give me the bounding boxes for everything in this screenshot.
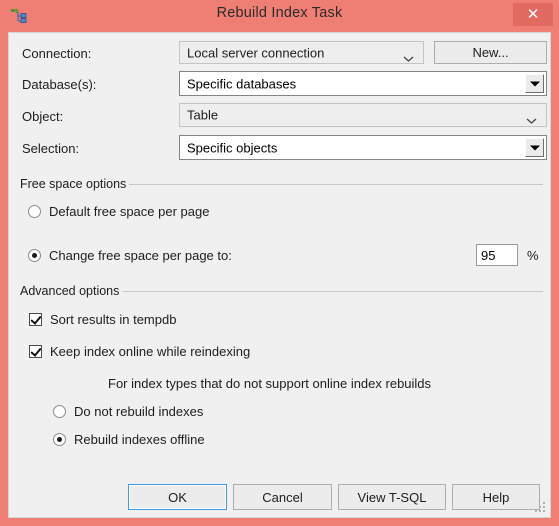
databases-combobox[interactable]: Specific databases bbox=[179, 71, 547, 96]
title-bar[interactable]: Rebuild Index Task ✕ bbox=[0, 0, 559, 32]
chevron-down-icon bbox=[403, 49, 414, 62]
databases-label: Database(s): bbox=[22, 77, 97, 92]
selection-dropdown-button[interactable] bbox=[525, 138, 544, 157]
window-title: Rebuild Index Task bbox=[216, 5, 343, 21]
checkbox-icon bbox=[29, 345, 42, 358]
online-rebuild-note: For index types that do not support onli… bbox=[108, 376, 432, 391]
radio-icon bbox=[28, 205, 41, 218]
radio-icon bbox=[53, 433, 66, 446]
radio-change-free-space-label: Change free space per page to: bbox=[49, 248, 232, 263]
new-connection-button[interactable]: New... bbox=[434, 41, 547, 64]
view-tsql-button[interactable]: View T-SQL bbox=[338, 484, 446, 510]
databases-value: Specific databases bbox=[187, 76, 297, 91]
radio-default-free-space-label: Default free space per page bbox=[49, 204, 210, 219]
ok-button[interactable]: OK bbox=[128, 484, 227, 510]
advanced-group-rule bbox=[122, 291, 543, 292]
radio-do-not-rebuild-indexes-label: Do not rebuild indexes bbox=[74, 404, 204, 419]
cancel-button[interactable]: Cancel bbox=[233, 484, 332, 510]
checkbox-icon bbox=[29, 313, 42, 326]
object-value: Table bbox=[187, 107, 219, 123]
help-button[interactable]: Help bbox=[452, 484, 540, 510]
close-glyph: ✕ bbox=[526, 5, 540, 23]
close-icon[interactable]: ✕ bbox=[513, 3, 553, 26]
free-space-percent-input[interactable] bbox=[476, 244, 518, 266]
percent-sign-label: % bbox=[527, 248, 539, 263]
selection-combobox[interactable]: Specific objects bbox=[179, 135, 547, 160]
checkbox-keep-index-online-label: Keep index online while reindexing bbox=[50, 344, 251, 359]
object-label: Object: bbox=[22, 109, 64, 124]
checkbox-sort-results-tempdb-label: Sort results in tempdb bbox=[50, 312, 177, 327]
databases-dropdown-button[interactable] bbox=[525, 74, 544, 93]
chevron-down-icon bbox=[526, 112, 537, 124]
object-combobox[interactable]: Table bbox=[179, 103, 547, 127]
free-space-group-rule bbox=[129, 184, 543, 185]
radio-icon bbox=[28, 249, 41, 262]
triangle-down-icon bbox=[529, 145, 540, 150]
connection-label: Connection: bbox=[22, 46, 92, 61]
dialog-client-area: Connection: Local server connection New.… bbox=[8, 32, 551, 518]
connection-combobox[interactable]: Local server connection bbox=[179, 41, 424, 64]
connection-value: Local server connection bbox=[187, 45, 325, 60]
radio-icon bbox=[53, 405, 66, 418]
selection-label: Selection: bbox=[22, 141, 80, 156]
advanced-group-label: Advanced options bbox=[20, 284, 126, 298]
radio-rebuild-indexes-offline-label: Rebuild indexes offline bbox=[74, 432, 205, 447]
selection-value: Specific objects bbox=[187, 140, 278, 155]
dialog-window: Rebuild Index Task ✕ Connection: Local s… bbox=[0, 0, 559, 526]
free-space-group-label: Free space options bbox=[20, 177, 133, 191]
resize-grip-icon[interactable] bbox=[534, 501, 547, 514]
triangle-down-icon bbox=[529, 81, 540, 86]
